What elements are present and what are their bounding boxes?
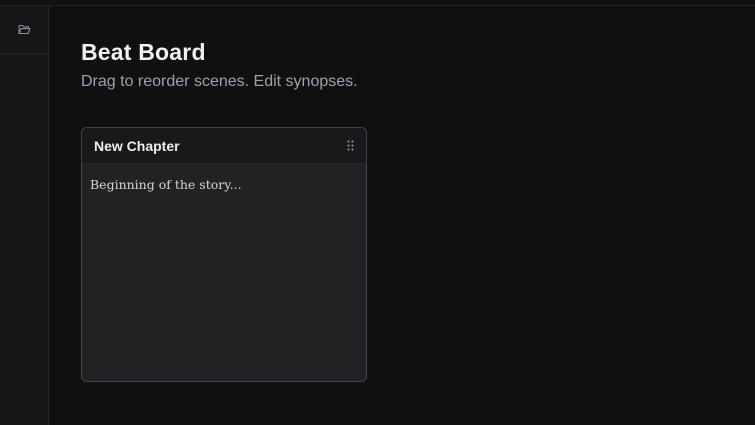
beat-card-header: New Chapter: [82, 128, 366, 164]
beat-card-synopsis[interactable]: Beginning of the story...: [82, 164, 366, 206]
folder-open-icon: [17, 24, 31, 35]
main-content: Beat Board Drag to reorder scenes. Edit …: [49, 7, 755, 425]
page-subtitle: Drag to reorder scenes. Edit synopses.: [81, 73, 358, 90]
beat-card-title[interactable]: New Chapter: [94, 138, 180, 154]
beat-card[interactable]: New Chapter Beginning of the story...: [81, 127, 367, 382]
page-title: Beat Board: [81, 39, 206, 65]
top-bar: [0, 0, 755, 6]
drag-handle-icon[interactable]: [344, 138, 356, 154]
open-project-button[interactable]: [0, 6, 48, 54]
sidebar: [0, 6, 49, 425]
